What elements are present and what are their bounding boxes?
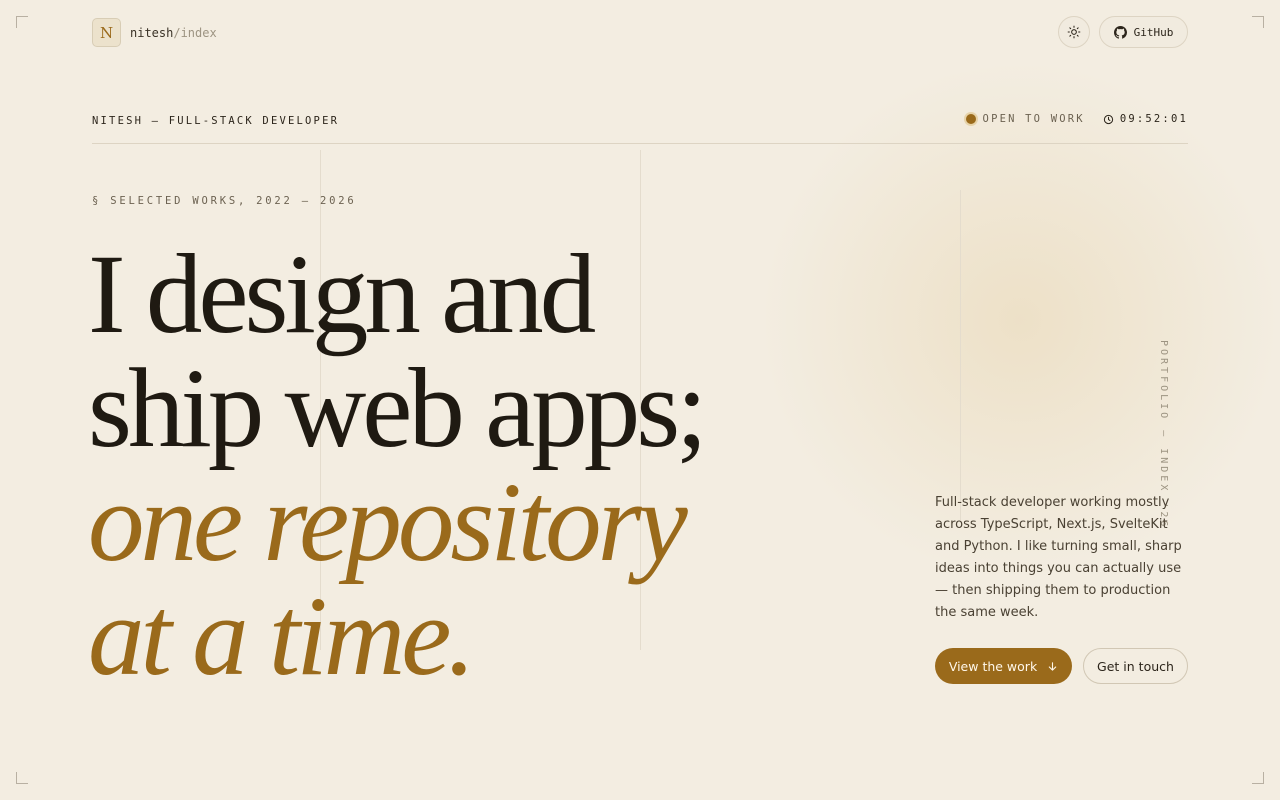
github-label: GitHub [1133, 25, 1174, 39]
corner-mark-bottom-right [1252, 772, 1264, 784]
status-dot-icon [965, 114, 976, 124]
github-icon [1113, 25, 1127, 39]
github-button[interactable]: GitHub [1099, 16, 1188, 48]
intro-paragraph: Full-stack developer working mostly acro… [935, 495, 1182, 620]
brand-name: nitesh/index [130, 26, 217, 40]
logo-monogram: N [92, 18, 121, 47]
hero-line-1: I design and [88, 232, 596, 357]
meta-title: NITESH — FULL-STACK DEVELOPER [92, 115, 340, 127]
clock-icon [1103, 114, 1113, 124]
sun-icon [1067, 25, 1081, 39]
theme-toggle-button[interactable] [1058, 16, 1090, 48]
brand-path: /index [173, 25, 217, 40]
local-time: 09:52:01 [1103, 113, 1188, 125]
corner-mark-bottom-left [16, 772, 28, 784]
corner-mark-top-left [16, 16, 28, 28]
view-work-label: View the work [948, 658, 1038, 674]
status-text: OPEN TO WORK [982, 113, 1085, 125]
hero-line-3: one repository [88, 460, 688, 585]
hero-line-2: ship web apps; [88, 346, 708, 471]
hero-line-4: at a time. [88, 574, 476, 699]
corner-mark-top-right [1252, 16, 1264, 28]
brand-name-text: nitesh [130, 25, 174, 40]
grid-line [960, 190, 961, 520]
section-eyebrow: § SELECTED WORKS, 2022 — 2026 [92, 195, 357, 207]
availability-status: OPEN TO WORK [965, 113, 1085, 125]
divider [92, 143, 1188, 144]
get-in-touch-label: Get in touch [1097, 658, 1174, 674]
hero-headline: I design and ship web apps; one reposito… [88, 238, 808, 694]
arrow-down-icon [1048, 661, 1057, 671]
meta-status-bar: OPEN TO WORK 09:52:01 [965, 113, 1188, 125]
get-in-touch-button[interactable]: Get in touch [1083, 648, 1188, 684]
time-text: 09:52:01 [1119, 113, 1188, 125]
brand-link[interactable]: N nitesh/index [92, 18, 217, 47]
view-work-button[interactable]: View the work [935, 648, 1072, 684]
